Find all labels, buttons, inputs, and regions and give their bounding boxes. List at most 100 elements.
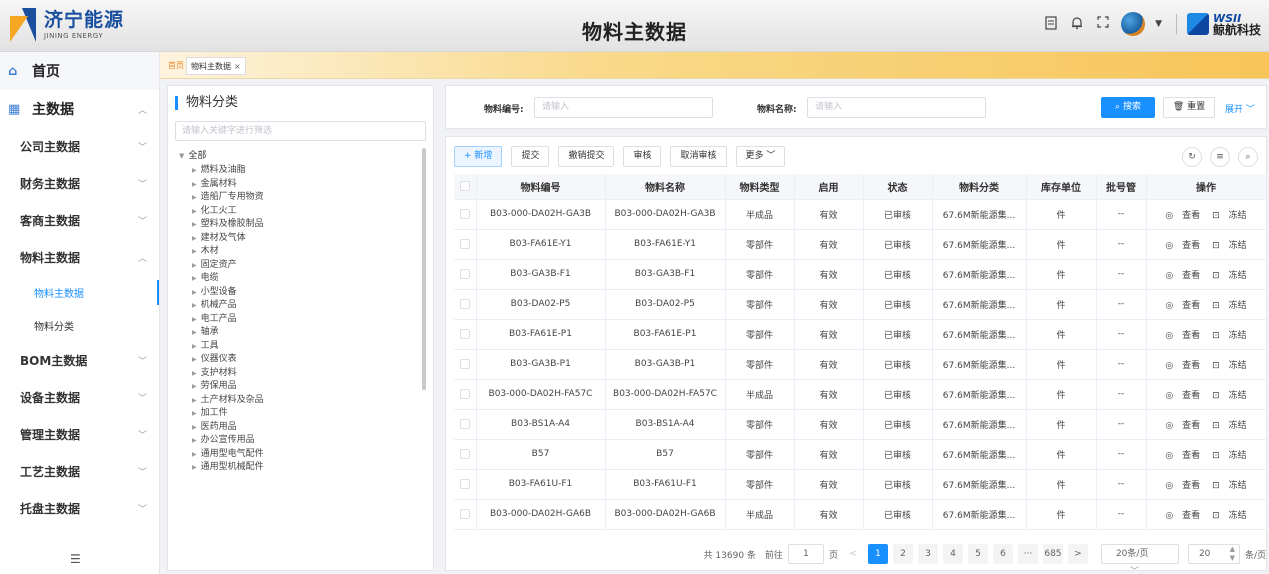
page-number-button[interactable]: 1 [867, 544, 888, 564]
freeze-action[interactable]: ⊡ 冻结 [1209, 481, 1249, 491]
refresh-icon[interactable]: ↻ [1182, 147, 1202, 167]
col-header[interactable]: 物料分类 [932, 174, 1027, 200]
table-row[interactable]: B03-000-DA02H-FA57C B03-000-DA02H-FA57C 半成… [454, 379, 1267, 410]
document-icon[interactable] [1043, 16, 1059, 32]
prev-page-button[interactable]: < [842, 544, 863, 564]
tree-node[interactable]: ▶ 机械产品 [179, 299, 419, 313]
fullscreen-icon[interactable] [1095, 16, 1111, 32]
tab-home[interactable]: 首页 [164, 57, 188, 75]
view-action[interactable]: ◎ 查看 [1162, 211, 1203, 221]
next-page-button[interactable]: > [1067, 544, 1088, 564]
freeze-action[interactable]: ⊡ 冻结 [1209, 391, 1249, 401]
row-checkbox[interactable] [454, 379, 477, 410]
menu-collapse-icon[interactable]: ☰ [70, 552, 81, 566]
add-button[interactable]: + 新增 [454, 146, 503, 167]
category-scrollbar[interactable] [422, 148, 426, 390]
select-all-checkbox[interactable] [454, 174, 477, 200]
sidebar-item-finance[interactable]: 财务主数据 ﹀ [0, 165, 159, 202]
freeze-action[interactable]: ⊡ 冻结 [1209, 331, 1249, 341]
page-size-select[interactable]: 20条/页 ﹀ [1100, 544, 1179, 574]
row-checkbox[interactable] [454, 499, 477, 530]
page-number-button[interactable]: 5 [967, 544, 988, 564]
more-button[interactable]: 更多 ﹀ [735, 146, 786, 167]
sidebar-item-customer[interactable]: 客商主数据 ﹀ [0, 202, 159, 239]
tree-node[interactable]: ▶ 电工产品 [179, 313, 419, 327]
tree-node[interactable]: ▶ 燃料及油脂 [179, 164, 419, 178]
row-checkbox[interactable] [454, 469, 477, 500]
sidebar-item-company[interactable]: 公司主数据 ﹀ [0, 128, 159, 165]
tree-node[interactable]: ▶ 通用型机械配件 [179, 461, 419, 475]
view-action[interactable]: ◎ 查看 [1162, 361, 1203, 371]
bell-icon[interactable] [1069, 16, 1085, 32]
category-filter-input[interactable]: 请输入关键字进行筛选 [175, 121, 426, 141]
table-row[interactable]: B03-FA61E-P1 B03-FA61E-P1 零部件 有效 已审核 67.6M新能源… [454, 319, 1267, 350]
table-row[interactable]: B03-FA61U-F1 B03-FA61U-F1 零部件 有效 已审核 67.6M新能源… [454, 469, 1267, 500]
tree-node[interactable]: ▶ 小型设备 [179, 286, 419, 300]
freeze-action[interactable]: ⊡ 冻结 [1209, 421, 1249, 431]
user-avatar[interactable] [1121, 12, 1146, 36]
tree-node[interactable]: ▶ 通用型电气配件 [179, 448, 419, 462]
tree-node[interactable]: ▶ 金属材料 [179, 178, 419, 192]
view-action[interactable]: ◎ 查看 [1162, 331, 1203, 341]
table-row[interactable]: B03-000-DA02H-GA3B B03-000-DA02H-GA3B 半成品有… [454, 199, 1267, 230]
page-number-button[interactable]: 685 [1042, 544, 1063, 564]
table-row[interactable]: B03-FA61E-Y1 B03-FA61E-Y1 零部件 有效 已审核 67.6M新能源… [454, 229, 1267, 260]
row-checkbox[interactable] [454, 349, 477, 380]
row-checkbox[interactable] [454, 259, 477, 290]
row-checkbox[interactable] [454, 229, 477, 260]
table-row[interactable]: B03-000-DA02H-GA6B B03-000-DA02H-GA6B 半成品有… [454, 499, 1267, 530]
view-action[interactable]: ◎ 查看 [1162, 451, 1203, 461]
row-checkbox[interactable] [454, 319, 477, 350]
table-row[interactable]: B03-DA02-P5 B03-DA02-P5 零部件 有效 已审核 67.6M新能源集.… [454, 289, 1267, 320]
tree-node[interactable]: ▶ 加工件 [179, 407, 419, 421]
page-number-button[interactable]: ··· [1017, 544, 1038, 564]
view-action[interactable]: ◎ 查看 [1162, 391, 1203, 401]
tree-node[interactable]: ▶ 建材及气体 [179, 232, 419, 246]
close-icon[interactable]: × [234, 62, 241, 71]
chevron-down-icon[interactable]: ▼ [1155, 19, 1162, 29]
sidebar-group-master-data[interactable]: ▦ 主数据 ︿ [0, 90, 159, 128]
sidebar-item-process[interactable]: 工艺主数据 ﹀ [0, 453, 159, 490]
tree-node[interactable]: ▶ 仪器仪表 [179, 353, 419, 367]
tree-node[interactable]: ▶ 劳保用品 [179, 380, 419, 394]
page-number-button[interactable]: 2 [892, 544, 913, 564]
view-action[interactable]: ◎ 查看 [1162, 271, 1203, 281]
search-button[interactable]: ⌕ 搜索 [1101, 97, 1155, 118]
column-settings-icon[interactable]: ≡ [1210, 147, 1230, 167]
table-row[interactable]: B03-BS1A-A4 B03-BS1A-A4 零部件 有效 已审核 67.6M新能源集.… [454, 409, 1267, 440]
stepper-arrows-icon[interactable]: ▲ ▼ [1230, 545, 1235, 563]
tree-node[interactable]: ▶ 支护材料 [179, 367, 419, 381]
material-name-input[interactable]: 请输入 [807, 97, 986, 118]
freeze-action[interactable]: ⊡ 冻结 [1209, 301, 1249, 311]
page-size-stepper[interactable]: 20 ▲ ▼ [1187, 544, 1240, 564]
row-checkbox[interactable] [454, 439, 477, 470]
cancel-audit-button[interactable]: 取消审核 [670, 146, 727, 167]
col-header[interactable]: 物料名称 [605, 174, 726, 200]
freeze-action[interactable]: ⊡ 冻结 [1209, 271, 1249, 281]
table-row[interactable]: B03-GA3B-F1 B03-GA3B-F1 零部件 有效 已审核 67.6M新能源集.… [454, 259, 1267, 290]
col-header[interactable]: 库存单位 [1026, 174, 1097, 200]
tree-node[interactable]: ▶ 办公宣传用品 [179, 434, 419, 448]
audit-button[interactable]: 审核 [623, 146, 662, 167]
view-action[interactable]: ◎ 查看 [1162, 481, 1203, 491]
view-action[interactable]: ◎ 查看 [1162, 511, 1203, 521]
page-number-button[interactable]: 6 [992, 544, 1013, 564]
row-checkbox[interactable] [454, 289, 477, 320]
tree-node[interactable]: ▶ 造船厂专用物资 [179, 191, 419, 205]
row-checkbox[interactable] [454, 409, 477, 440]
col-header[interactable]: 批号管 [1096, 174, 1147, 200]
tree-node-root[interactable]: ▼ 全部 [179, 149, 419, 164]
tree-node[interactable]: ▶ 土产材料及杂品 [179, 394, 419, 408]
tree-node[interactable]: ▶ 木材 [179, 245, 419, 259]
col-header[interactable]: 物料编号 [476, 174, 606, 200]
col-header[interactable]: 启用 [794, 174, 864, 200]
material-code-input[interactable]: 请输入 [534, 97, 713, 118]
search-icon[interactable]: ⌕ [1238, 147, 1258, 167]
col-header[interactable]: 状态 [863, 174, 933, 200]
sidebar-item-management[interactable]: 管理主数据 ﹀ [0, 416, 159, 453]
sidebar-item-material[interactable]: 物料主数据 ︿ [0, 239, 159, 276]
submit-button[interactable]: 提交 [511, 146, 550, 167]
row-checkbox[interactable] [454, 199, 477, 230]
tree-node[interactable]: ▶ 工具 [179, 340, 419, 354]
sidebar-subitem-material-category[interactable]: 物料分类 [0, 309, 159, 342]
